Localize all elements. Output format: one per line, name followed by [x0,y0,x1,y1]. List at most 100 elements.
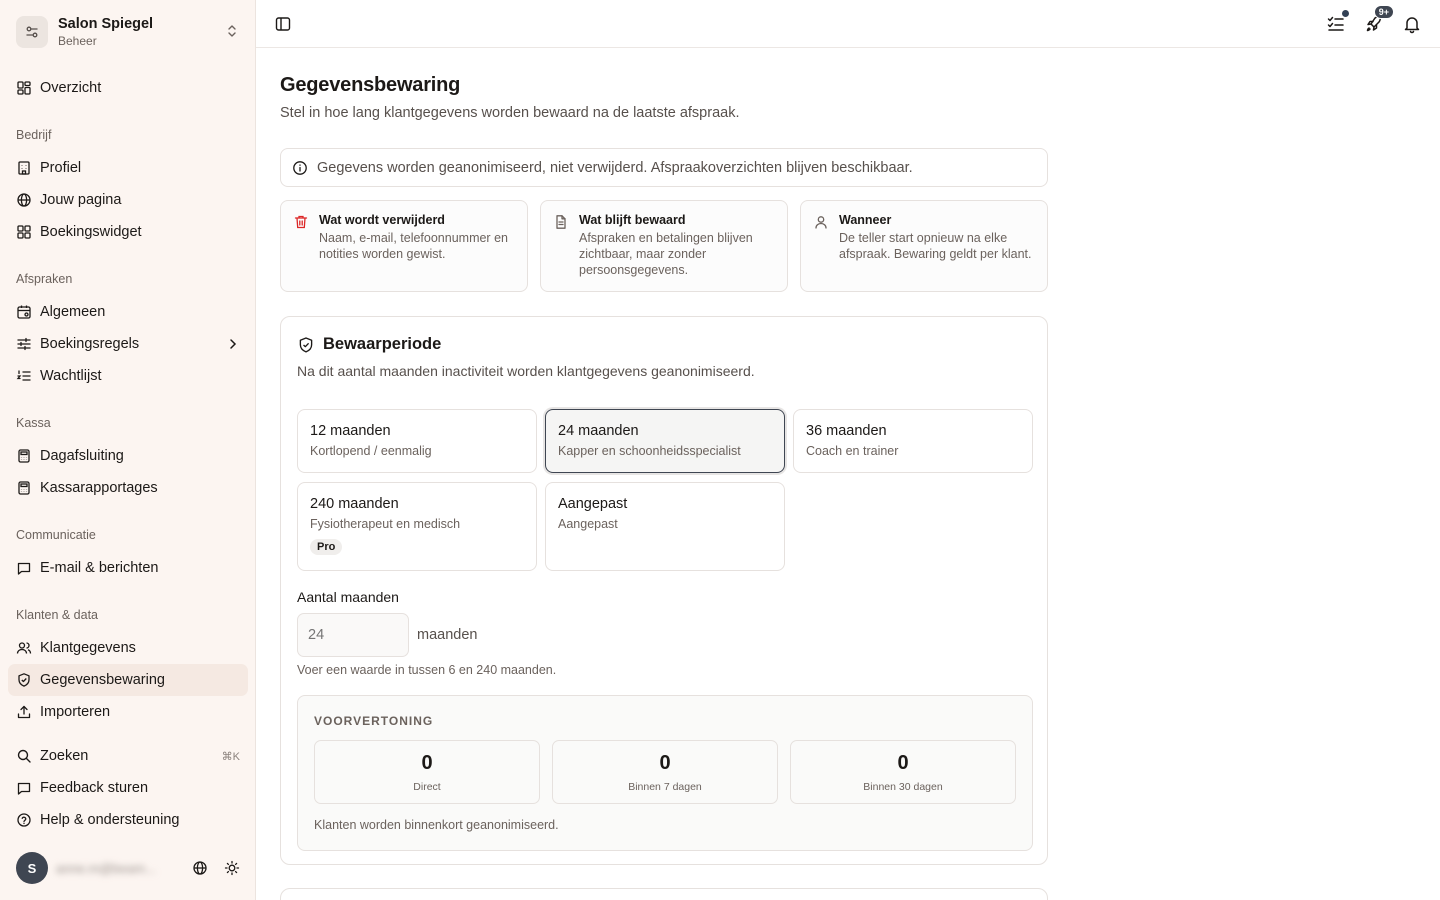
sidebar-item-search[interactable]: Zoeken ⌘K [8,740,248,772]
sun-icon[interactable] [220,856,244,880]
option-title: 12 maanden [310,423,391,439]
list-ordered-icon [16,370,31,381]
stat-value: 0 [897,751,909,774]
option-subtitle: Fysiotherapeut en medisch [310,517,461,531]
option-24-months[interactable]: 24 maanden Kapper en schoonheidsspeciali… [545,409,785,473]
option-36-months[interactable]: 36 maanden Coach en trainer [793,409,1033,473]
option-title: 36 maanden [806,423,887,439]
user-email: anne.m@beam... [56,860,156,876]
sidebar: Salon Spiegel Beheer Overzicht Bedrijf P… [0,0,256,900]
sidebar-item-label: Zoeken [40,748,89,764]
info-card-title: Wat blijft bewaard [579,213,686,227]
trash-icon [294,215,308,229]
sidebar-item-email-messages[interactable]: E-mail & berichten [8,552,248,584]
chevron-right-icon [230,339,237,349]
user-menu[interactable]: S anne.m@beam... [16,852,244,884]
info-card-text: Naam, e-mail, telefoonnummer en notities… [319,231,508,261]
stat-label: Binnen 7 dagen [628,780,702,793]
option-title: Aangepast [558,496,628,512]
layout-grid-icon [17,225,31,239]
sidebar-item-overview[interactable]: Overzicht [8,72,248,104]
sidebar-item-label: Boekingswidget [40,224,142,240]
option-240-months[interactable]: 240 maanden Fysiotherapeut en medisch Pr… [297,482,537,571]
sidebar-item-help[interactable]: Help & ondersteuning [8,804,248,836]
info-card-deleted: Wat wordt verwijderd Naam, e-mail, telef… [280,200,528,292]
user-icon [815,216,827,229]
message-square-icon [17,562,31,575]
months-label: Aantal maanden [297,589,399,605]
checklist-icon[interactable] [1324,9,1350,36]
stat-label: Direct [413,780,441,793]
group-label-appointments: Afspraken [16,272,73,286]
info-alert-text: Gegevens worden geanonimiseerd, niet ver… [317,159,913,176]
calculator-icon [18,481,30,495]
globe-icon [17,193,31,207]
months-unit: maanden [417,627,478,643]
shield-check-icon [18,673,30,687]
calculator-icon [18,449,30,463]
globe-icon[interactable] [188,856,212,880]
shield-check-icon [299,336,313,353]
sidebar-item-waitlist[interactable]: Wachtlijst [8,360,248,392]
months-input[interactable] [297,613,409,657]
sidebar-item-booking-widget[interactable]: Boekingswidget [8,216,248,248]
notification-count-badge: 9+ [1373,5,1394,19]
chevrons-up-down-icon [225,24,239,41]
option-subtitle: Coach en trainer [806,444,899,458]
sidebar-item-label: Gegevensbewaring [40,672,165,688]
help-circle-icon [17,813,31,827]
info-alert: Gegevens worden geanonimiseerd, niet ver… [280,148,1048,187]
group-label-communication: Communicatie [16,528,96,542]
sidebar-item-general[interactable]: Algemeen [8,296,248,328]
main-content: 9+ Gegevensbewaring Stel in hoe lang kla… [256,0,1440,900]
sidebar-item-your-page[interactable]: Jouw pagina [8,184,248,216]
sidebar-item-label: Algemeen [40,304,106,320]
stat-within-30-days: 0 Binnen 30 dagen [790,740,1016,804]
avatar: S [16,852,48,884]
sidebar-item-booking-rules[interactable]: Boekingsregels [8,328,248,360]
upload-icon [17,705,31,719]
section-title: Bewaarperiode [323,335,442,353]
sliders-horizontal-icon [17,337,31,351]
section-description: Na dit aantal maanden inactiviteit worde… [297,363,755,379]
rocket-icon[interactable]: 9+ [1362,5,1394,36]
workspace-subtitle: Beheer [58,34,97,48]
stat-value: 0 [421,751,433,774]
settings-sliders-icon [16,16,48,48]
search-icon [17,749,31,763]
option-title: 240 maanden [310,496,399,512]
option-custom[interactable]: Aangepast Aangepast [545,482,785,571]
calendar-cog-icon [17,305,31,319]
option-title: 24 maanden [558,423,639,439]
sidebar-item-label: Help & ondersteuning [40,812,180,828]
bell-icon[interactable] [1400,12,1424,36]
sidebar-item-register-reports[interactable]: Kassarapportages [8,472,248,504]
stat-value: 0 [659,751,671,774]
option-12-months[interactable]: 12 maanden Kortlopend / eenmalig [297,409,537,473]
sidebar-item-day-close[interactable]: Dagafsluiting [8,440,248,472]
option-subtitle: Kapper en schoonheidsspecialist [558,444,741,458]
keyboard-shortcut: ⌘K [221,750,240,763]
stat-within-7-days: 0 Binnen 7 dagen [552,740,778,804]
building-icon [18,161,30,175]
file-text-icon [556,215,566,229]
info-cards: Wat wordt verwijderd Naam, e-mail, telef… [280,200,1048,292]
page-description: Stel in hoe lang klantgegevens worden be… [280,105,740,121]
workspace-switcher[interactable]: Salon Spiegel Beheer [0,0,255,64]
sidebar-item-data-retention[interactable]: Gegevensbewaring [8,664,248,696]
sidebar-item-feedback[interactable]: Feedback sturen [8,772,248,804]
sidebar-item-label: E-mail & berichten [40,560,159,576]
top-bar: 9+ [256,0,1440,48]
sidebar-item-label: Klantgegevens [40,640,136,656]
sidebar-toggle-icon[interactable] [274,15,292,33]
sidebar-item-label: Feedback sturen [40,780,149,796]
message-square-icon [17,782,31,795]
preview-panel: VOORVERTONING 0 Direct 0 Binnen 7 dagen … [297,695,1033,851]
sidebar-item-customer-data[interactable]: Klantgegevens [8,632,248,664]
sidebar-item-profile[interactable]: Profiel [8,152,248,184]
option-subtitle: Kortlopend / eenmalig [310,444,432,458]
next-section-card [280,888,1048,900]
sidebar-item-label: Wachtlijst [40,368,102,384]
sidebar-item-import[interactable]: Importeren [8,696,248,728]
preview-label: VOORVERTONING [314,714,434,728]
